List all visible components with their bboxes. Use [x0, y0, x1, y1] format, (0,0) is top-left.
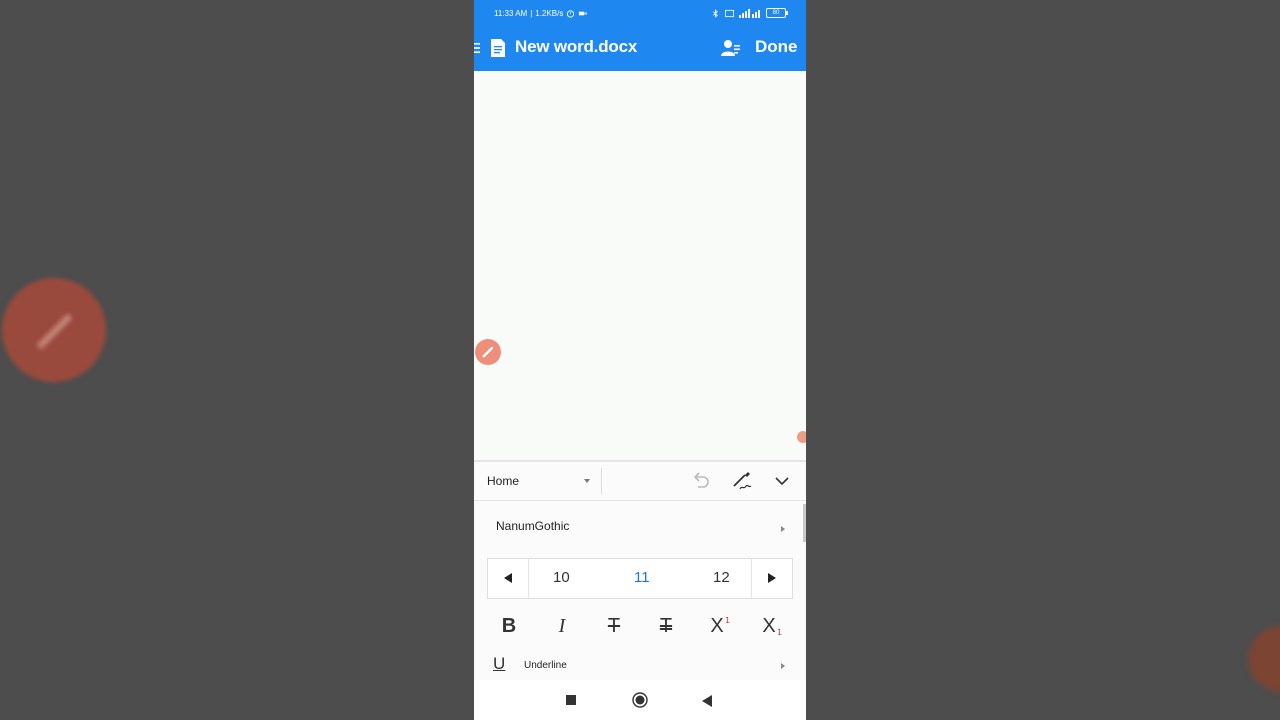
ribbon-tab-select[interactable]: Home — [487, 474, 519, 488]
status-speed: 1.2KB/s — [535, 9, 564, 18]
ribbon-header: Home — [474, 462, 806, 501]
alarm-icon — [567, 10, 575, 18]
ribbon-divider — [601, 468, 602, 494]
font-size-prev-button[interactable] — [488, 559, 529, 598]
subscript-mark: 1 — [777, 628, 783, 637]
bold-button[interactable]: B — [494, 612, 524, 640]
pen-icon — [482, 346, 494, 358]
undo-icon[interactable] — [690, 472, 710, 490]
volte-icon — [725, 9, 734, 17]
font-size-next-button[interactable] — [751, 559, 792, 598]
video-icon — [579, 11, 587, 16]
font-size-option-selected[interactable]: 11 — [634, 569, 650, 586]
status-time: 11:33 AM — [494, 9, 528, 18]
system-nav-bar — [474, 680, 806, 720]
document-canvas[interactable] — [474, 71, 806, 460]
double-strikethrough-button[interactable]: T — [651, 612, 681, 640]
font-size-picker: 10 11 12 — [487, 558, 793, 599]
font-size-option[interactable]: 12 — [713, 569, 730, 586]
background-handle-blur — [1248, 626, 1280, 692]
font-selector[interactable]: NanumGothic — [474, 510, 806, 546]
formatting-panel: Home NanumGothic 10 11 12 B I T T X 1 X … — [474, 460, 806, 682]
background-pen-blur — [2, 278, 106, 382]
underline-selector[interactable]: U Underline — [474, 652, 806, 682]
bluetooth-icon — [712, 8, 718, 18]
done-button[interactable]: Done — [755, 37, 798, 57]
underline-icon: U — [493, 654, 506, 673]
recents-icon[interactable] — [566, 695, 576, 705]
home-icon[interactable] — [632, 692, 648, 708]
signal-icon — [739, 8, 760, 18]
chevron-down-icon[interactable] — [774, 474, 790, 488]
phone-screen: 11:33 AM | 1.2KB/s 80 New word.docx Done… — [474, 0, 806, 720]
subscript-glyph: X — [762, 615, 776, 637]
arrow-left-icon — [504, 573, 512, 583]
cursor-handle[interactable] — [797, 431, 806, 443]
font-size-option[interactable]: 10 — [553, 569, 570, 586]
pen-icon — [37, 314, 72, 349]
caret-down-icon[interactable] — [584, 479, 590, 483]
superscript-glyph: X — [710, 615, 724, 637]
document-icon — [491, 39, 505, 57]
underline-label: Underline — [524, 660, 567, 671]
menu-icon[interactable] — [474, 42, 480, 54]
font-name: NanumGothic — [496, 519, 570, 533]
share-user-icon[interactable] — [721, 39, 741, 57]
chevron-right-icon — [781, 526, 785, 532]
pen-fab-button[interactable] — [475, 339, 501, 365]
battery-icon: 80 — [766, 8, 788, 18]
strikethrough-button[interactable]: T — [599, 612, 629, 640]
text-style-row: B I T T X 1 X 1 — [474, 608, 806, 644]
arrow-right-icon — [768, 573, 776, 583]
status-bar: 11:33 AM | 1.2KB/s 80 — [474, 0, 806, 27]
document-title: New word.docx — [515, 37, 638, 56]
superscript-mark: 1 — [725, 616, 731, 625]
back-icon[interactable] — [702, 695, 712, 707]
chevron-right-icon — [781, 663, 785, 669]
app-bar: New word.docx Done — [474, 27, 806, 71]
pen-mode-icon[interactable] — [730, 470, 752, 492]
italic-button[interactable]: I — [547, 612, 577, 640]
